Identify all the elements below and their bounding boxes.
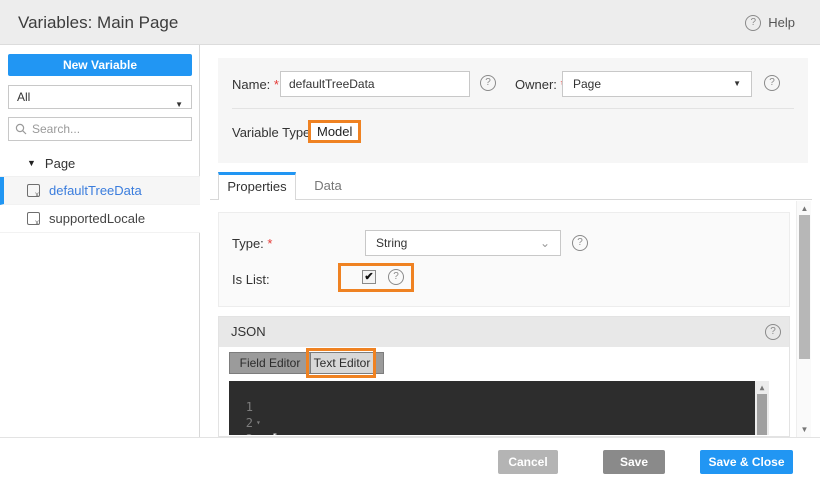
name-help-icon[interactable]: ?: [480, 75, 496, 91]
divider: [232, 108, 794, 109]
is-list-checkbox[interactable]: ✔: [362, 270, 376, 284]
cancel-button[interactable]: Cancel: [498, 450, 558, 474]
type-select[interactable]: String ⌄: [365, 230, 561, 256]
json-help-icon[interactable]: ?: [765, 324, 781, 340]
text-editor-button[interactable]: Text Editor: [310, 353, 374, 373]
variable-header-form: Name: * ? Owner: * Page ▼ ? Variable Typ…: [218, 58, 808, 163]
json-section-title: JSON: [231, 324, 266, 339]
help-label: Help: [768, 15, 795, 30]
code-line: 1 ▾ [: [229, 383, 769, 435]
scroll-down-icon[interactable]: ▼: [797, 425, 812, 434]
help-question-icon: ?: [745, 14, 762, 31]
owner-select[interactable]: Page ▼: [562, 71, 752, 97]
field-editor-button[interactable]: Field Editor: [230, 353, 310, 373]
model-variable-icon: x: [27, 212, 40, 227]
tree-item-label: defaultTreeData: [49, 183, 142, 198]
owner-help-icon[interactable]: ?: [764, 75, 780, 91]
editor-scrollbar[interactable]: ▲: [755, 381, 769, 435]
variables-tree: ▼ Page x defaultTreeData x supportedLoca…: [0, 150, 200, 233]
tree-group-label: Page: [44, 155, 76, 171]
json-section-header: JSON ?: [219, 317, 789, 347]
editor-mode-toggle: Field Editor Text Editor: [229, 352, 384, 374]
owner-label: Owner: *: [515, 77, 566, 92]
new-variable-button[interactable]: New Variable: [8, 54, 192, 76]
tree-item-defaulttreedata[interactable]: x defaultTreeData: [0, 177, 200, 205]
required-asterisk: *: [267, 236, 273, 251]
properties-panel: [218, 212, 790, 307]
tree-item-supportedlocale[interactable]: x supportedLocale: [0, 205, 200, 233]
variable-search: [8, 117, 192, 141]
variable-type-value: Model: [317, 124, 353, 139]
type-label: Type: *: [232, 236, 273, 251]
tree-group-page[interactable]: ▼ Page: [0, 150, 200, 177]
owner-selected-value: Page: [573, 77, 602, 91]
scroll-up-icon[interactable]: ▲: [755, 383, 769, 392]
json-section: JSON ? Field Editor Text Editor 1 ▾ [ 2 …: [218, 316, 790, 437]
save-and-close-button[interactable]: Save & Close: [700, 450, 793, 474]
editor-scroll-thumb[interactable]: [757, 394, 767, 435]
code-line: 4 ····"label": "Item 1",: [229, 431, 769, 435]
json-code-editor[interactable]: 1 ▾ [ 2 ▾ ··{ 3 ····"id": 1, 4 ····"labe…: [229, 381, 769, 435]
chevron-down-icon: ▼: [733, 79, 741, 88]
tab-data[interactable]: Data: [296, 172, 360, 200]
name-label: Name: *: [232, 77, 279, 92]
chevron-down-icon: ▼: [175, 100, 183, 109]
chevron-down-icon: ⌄: [539, 236, 550, 250]
toggle-group-end: [374, 353, 383, 373]
model-variable-icon: x: [27, 184, 40, 199]
search-icon: [15, 123, 27, 135]
filter-selected-value: All: [17, 90, 31, 104]
variables-dialog: Variables: Main Page ? Help New Variable…: [0, 0, 820, 490]
help-button[interactable]: ? Help: [745, 0, 795, 45]
variable-type-value-annotated: Model: [308, 120, 362, 143]
variables-sidebar: New Variable All ▼ ▼ Page x defaultTreeD…: [0, 45, 200, 437]
content-scrollbar[interactable]: ▲ ▼: [796, 201, 811, 437]
is-list-help-icon[interactable]: ?: [388, 269, 404, 285]
type-selected-value: String: [376, 236, 408, 250]
search-input[interactable]: [32, 122, 172, 136]
page-title: Variables: Main Page: [18, 13, 179, 32]
scroll-up-icon[interactable]: ▲: [797, 204, 812, 213]
code-line: 2 ▾ ··{: [229, 399, 769, 435]
required-asterisk: *: [273, 77, 279, 92]
variable-filter-select[interactable]: All ▼: [8, 85, 192, 109]
is-list-label: Is List:: [232, 272, 270, 287]
content-scroll-thumb[interactable]: [799, 215, 810, 359]
name-input[interactable]: [280, 71, 470, 97]
tree-item-label: supportedLocale: [49, 211, 146, 226]
save-button[interactable]: Save: [603, 450, 665, 474]
type-help-icon[interactable]: ?: [572, 235, 588, 251]
variable-type-label: Variable Type:: [232, 125, 314, 140]
tree-collapse-icon: ▼: [27, 158, 36, 168]
tab-properties[interactable]: Properties: [218, 172, 296, 200]
titlebar: Variables: Main Page ? Help: [0, 0, 820, 45]
code-line: 3 ····"id": 1,: [229, 415, 769, 435]
footer-bar: Cancel Save Save & Close: [0, 437, 820, 490]
